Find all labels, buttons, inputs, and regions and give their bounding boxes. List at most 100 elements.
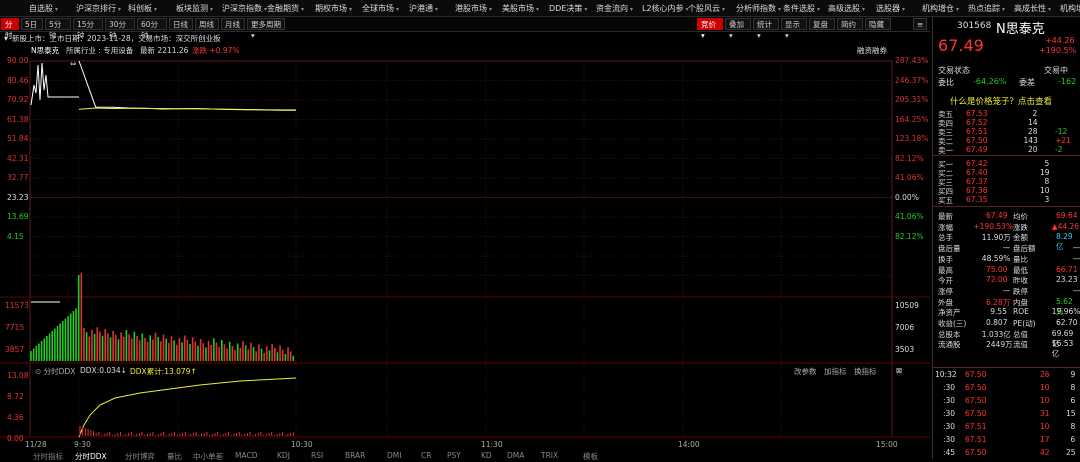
nav-item[interactable]: 资金流向▾	[596, 3, 633, 14]
period-tab[interactable]: 60分钟	[137, 18, 167, 30]
nav-item[interactable]: 热点追踪▾	[968, 3, 1005, 14]
nav-item[interactable]: 自选股▾	[29, 3, 58, 14]
toolbar-button[interactable]: 隐藏	[865, 18, 891, 30]
toolbar-button[interactable]: 统计 ▾	[753, 18, 779, 30]
stat-label: 均价	[1013, 211, 1028, 222]
nav-item[interactable]: 沪港通▾	[409, 3, 438, 14]
ask-volume: 143	[1024, 136, 1038, 145]
period-tab[interactable]: 15分钟	[73, 18, 103, 30]
pct-axis-label: 41.06%	[895, 173, 924, 182]
volume-axis-label: 3857	[5, 345, 24, 354]
volume-axis-label: 3503	[895, 345, 914, 354]
dropdown-arrow-icon: ▾	[536, 6, 539, 13]
nav-item[interactable]: 沪深京排行▾	[76, 3, 121, 14]
period-tab[interactable]: 更多周期 ▾	[247, 18, 285, 30]
period-tab[interactable]: 周线	[195, 18, 219, 30]
indicator-tab[interactable]: 分时指标	[33, 451, 63, 462]
nav-item[interactable]: 机构增▾	[1060, 3, 1080, 14]
price-cage-banner[interactable]: 什么是价格笼子？点击查看	[950, 95, 1052, 107]
stat-value: +190.53%	[973, 222, 1013, 231]
nav-item[interactable]: 机构增仓▾	[922, 3, 959, 14]
indicator-tab[interactable]: 分时DDX	[75, 451, 107, 462]
nav-item[interactable]: DDE决策▾	[549, 3, 587, 14]
dropdown-arrow-icon: ▾	[154, 6, 157, 13]
toolbar-button[interactable]: 复盘	[809, 18, 835, 30]
collapse-panel-icon[interactable]: ≡	[913, 18, 927, 30]
tick-volume: 10	[1040, 396, 1050, 405]
toolbar-button[interactable]: 竞价 ▾	[697, 18, 723, 30]
price-axis-label: 70.92	[7, 95, 28, 104]
stat-label: 总股本	[938, 329, 961, 340]
nav-item[interactable]: 板块监测▾	[176, 3, 213, 14]
weibi-value: -64.26%	[973, 77, 1006, 86]
nav-item[interactable]: 分析师指数▾	[736, 3, 781, 14]
indicator-tab[interactable]: 中小单差	[193, 451, 223, 462]
ask-volume: 20	[1028, 145, 1038, 154]
ddx-cumulative-line	[79, 378, 296, 437]
ask-price: 67.51	[966, 127, 987, 136]
collapse-icon[interactable]: ▾	[4, 33, 8, 45]
stat-label: 总手	[938, 232, 953, 243]
ddx-button[interactable]: 加指标	[824, 366, 847, 377]
stat-label: 盘后额	[1013, 243, 1036, 254]
current-price: 67.49	[938, 36, 984, 55]
toolbar-button[interactable]: 显示 ▾	[781, 18, 807, 30]
toolbar-button[interactable]: 简约	[837, 18, 863, 30]
price-series-line	[79, 61, 296, 110]
period-tab[interactable]: 日线	[169, 18, 193, 30]
nav-item[interactable]: 高成长性▾	[1014, 3, 1051, 14]
dropdown-arrow-icon: ▾	[396, 6, 399, 13]
ddx-close-icon[interactable]: ⊠	[896, 366, 902, 375]
ddx-button[interactable]: 换指标	[854, 366, 877, 377]
chart-svg[interactable]	[0, 45, 930, 459]
period-tab[interactable]: 5日	[21, 18, 43, 30]
nav-item[interactable]: 金融期货▾	[267, 3, 304, 14]
nav-item[interactable]: 沪深京指数▾	[222, 3, 267, 14]
period-tab[interactable]: 月线	[221, 18, 245, 30]
price-axis-label: 13.69	[7, 212, 28, 221]
nav-item[interactable]: L2核心内参▾	[642, 3, 689, 14]
nav-item[interactable]: 美股市场▾	[502, 3, 539, 14]
tick-time: :45	[943, 448, 955, 457]
chart-frame	[30, 61, 892, 437]
nav-item[interactable]: 条件选股▾	[783, 3, 820, 14]
ddx-title: ⊙ 分时DDX	[35, 366, 75, 377]
ask-volume: 28	[1028, 127, 1038, 136]
nav-item[interactable]: 高级选股▾	[828, 3, 865, 14]
nav-item[interactable]: 选股器▾	[876, 3, 905, 14]
ddx-button[interactable]: 改参数	[794, 366, 817, 377]
indicator-tab[interactable]: 模板	[583, 451, 598, 462]
period-tab[interactable]: 分时	[1, 18, 19, 30]
indicator-tab[interactable]: 量比	[167, 451, 182, 462]
tick-count: 15	[1066, 409, 1076, 418]
tick-count: 6	[1071, 435, 1076, 444]
bid-price: 67.36	[966, 186, 987, 195]
price-axis-label: 32.77	[7, 173, 28, 182]
ask-volume: 14	[1028, 118, 1038, 127]
period-tab[interactable]: 5分钟	[45, 18, 71, 30]
stat-label: 跌停	[1013, 286, 1028, 297]
stat-label: 换手	[938, 254, 953, 265]
tick-count: 25	[1066, 448, 1076, 457]
dropdown-arrow-icon: ▾	[349, 6, 352, 13]
dropdown-arrow-icon: ▾	[210, 6, 213, 13]
stat-label: 流值	[1013, 339, 1028, 350]
nav-item[interactable]: 科创板▾	[128, 3, 157, 14]
nav-item[interactable]: 期权市场▾	[315, 3, 352, 14]
ddx-axis-label: 8.72	[7, 392, 24, 401]
stat-value: 62.70	[1056, 318, 1077, 327]
nav-item[interactable]: 港股市场▾	[455, 3, 492, 14]
volume-axis-label: 7006	[895, 323, 914, 332]
indicator-tab[interactable]: 分时博弈	[125, 451, 155, 462]
chart-toolbar: 分时5日5分钟15分钟30分钟60分钟日线周线月线更多周期 ▾ 竞价 ▾叠加 ▾统…	[0, 17, 930, 32]
toolbar-button[interactable]: 叠加 ▾	[725, 18, 751, 30]
bid-price: 67.42	[966, 159, 987, 168]
dropdown-arrow-icon: ▾	[489, 6, 492, 13]
nav-item[interactable]: 全球市场▾	[362, 3, 399, 14]
nav-item[interactable]: 个股风云▾	[688, 3, 725, 14]
stat-value: 0.807	[986, 318, 1007, 327]
period-tab[interactable]: 30分钟	[105, 18, 135, 30]
bid-label: 买五	[938, 195, 953, 206]
bid-volume: 8	[1045, 177, 1050, 186]
volume-axis-label: 11573	[5, 301, 29, 310]
